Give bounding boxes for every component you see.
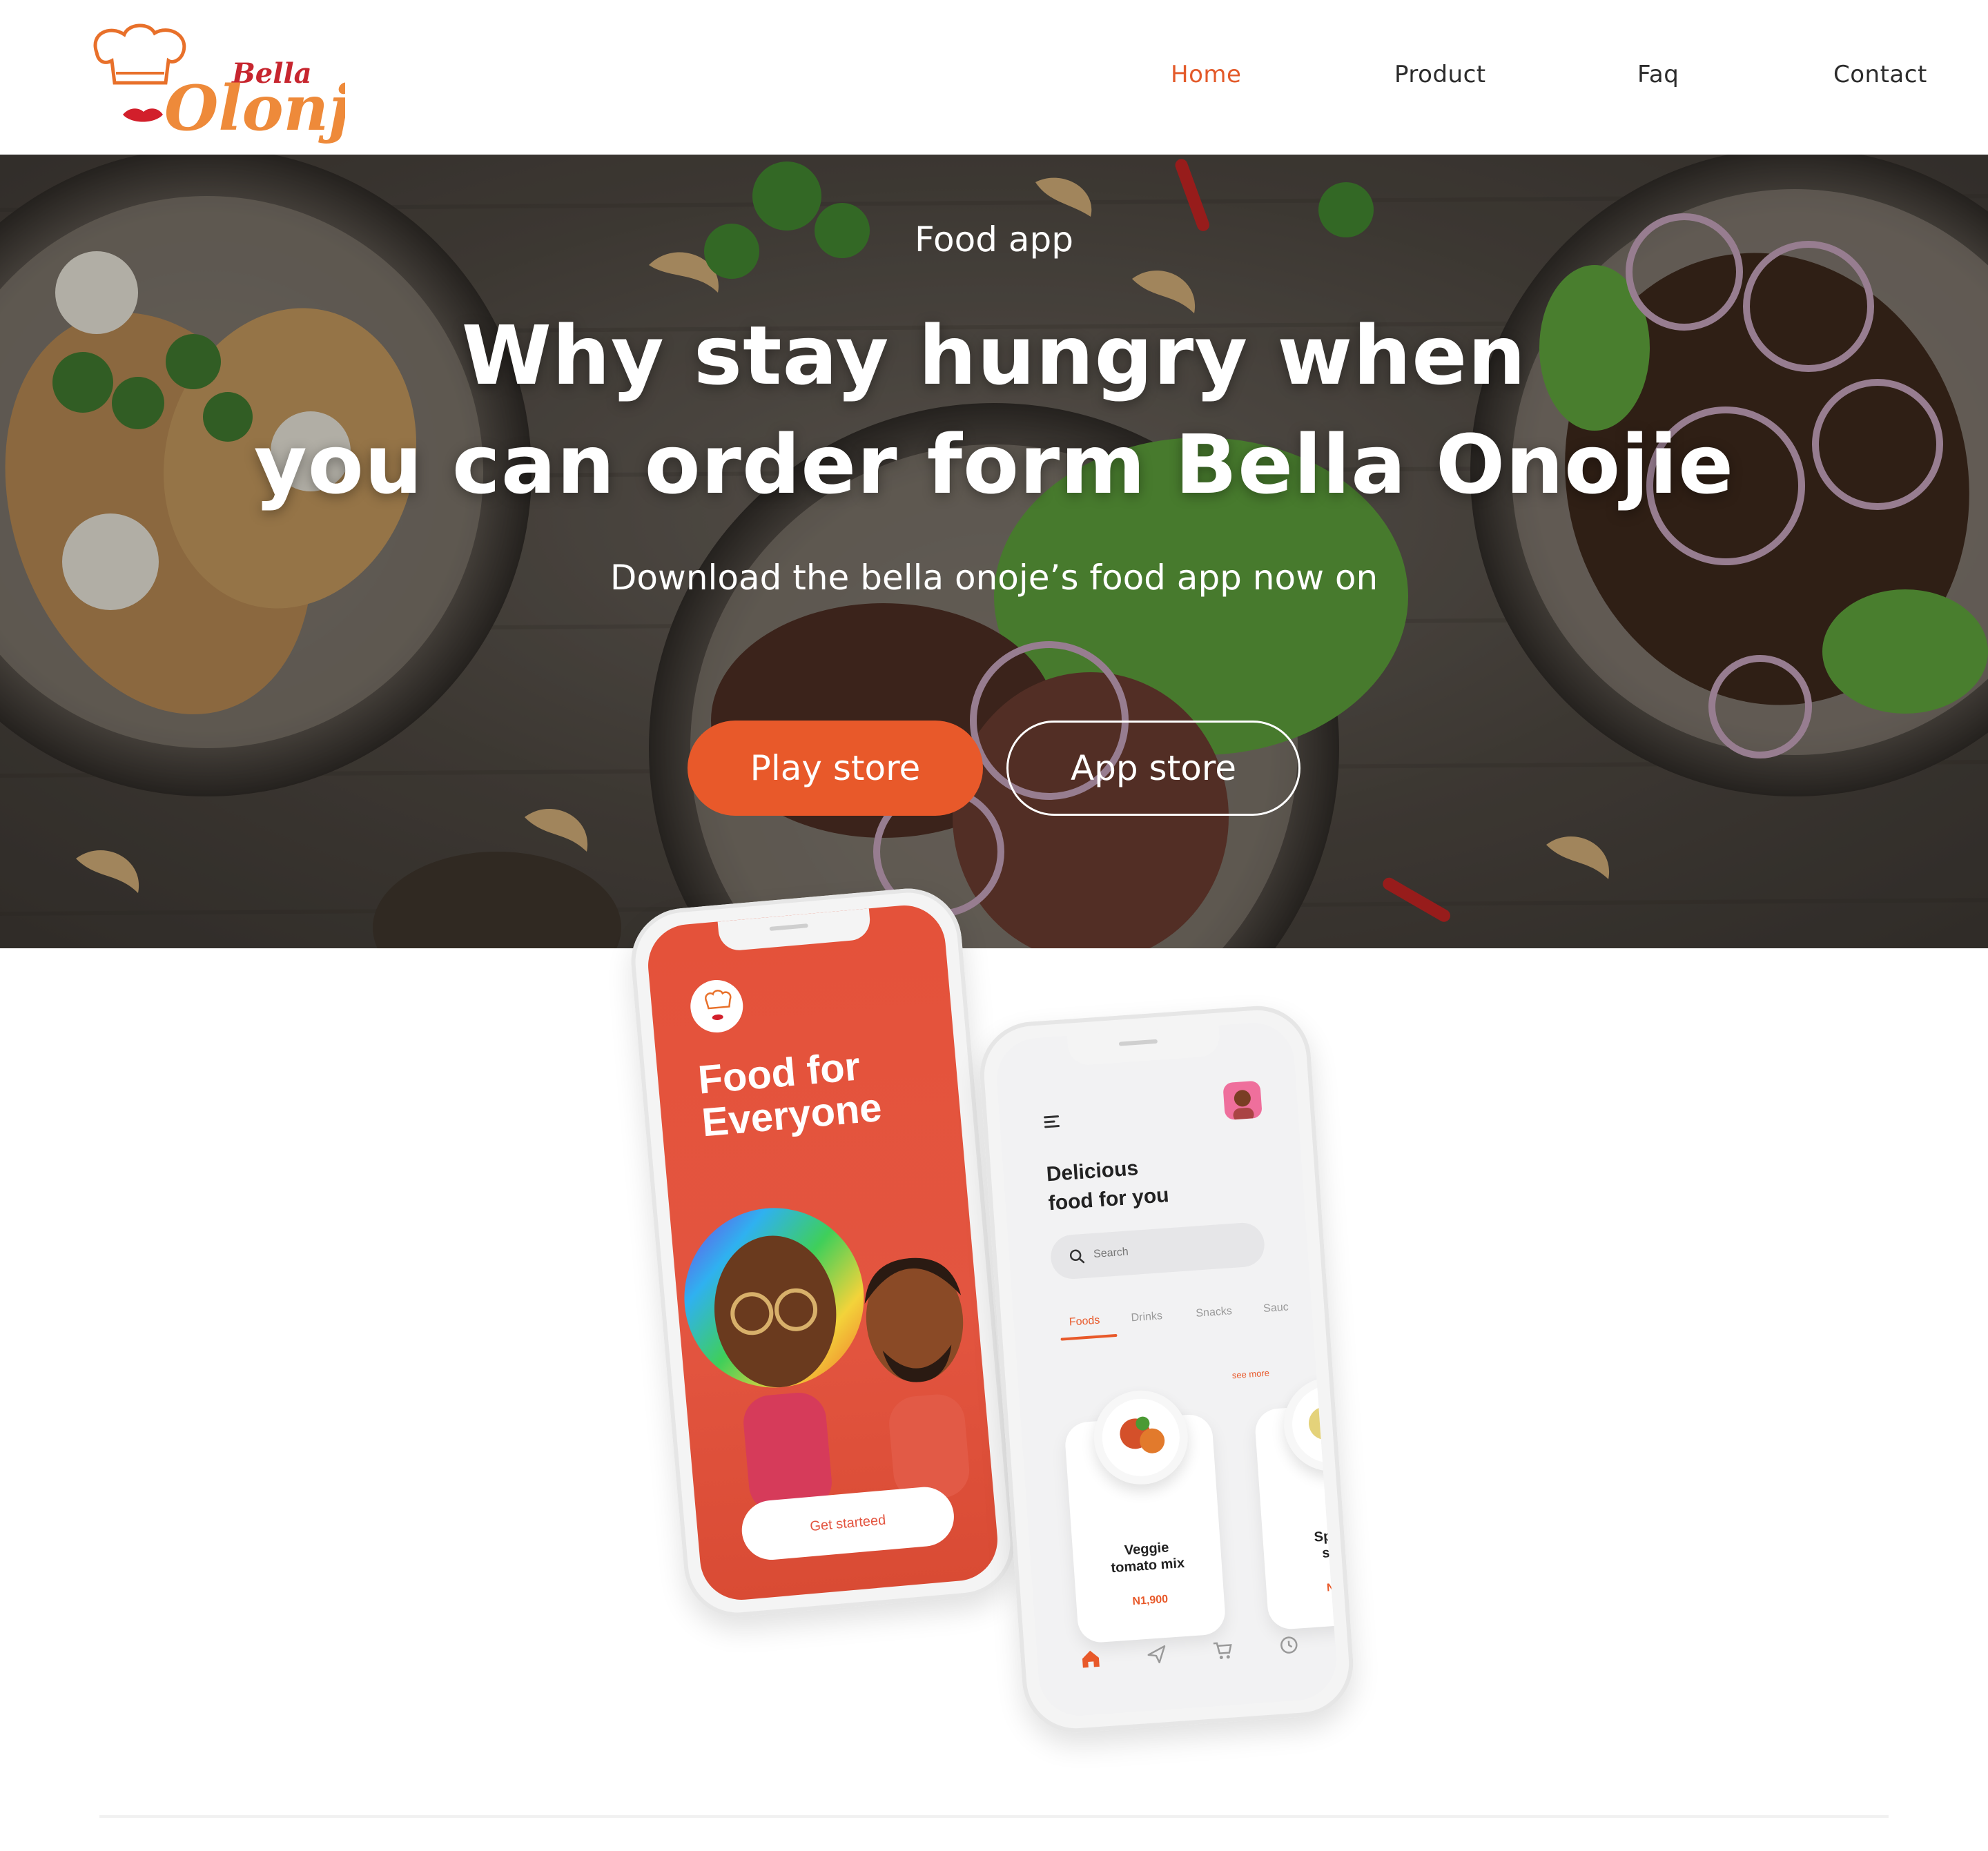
section-divider — [99, 1815, 1889, 1818]
tab-sauces[interactable]: Sauc — [1263, 1301, 1289, 1315]
nav-product-link[interactable]: Product — [1394, 61, 1486, 88]
food-name-line-2: tomato mix — [1110, 1555, 1185, 1576]
top-navigation: Bella Olonje Home Product Faq Contact — [0, 0, 1988, 155]
hero-title-line-1: Why stay hungry when — [461, 308, 1527, 403]
app-store-button[interactable]: App store — [1006, 721, 1300, 816]
hero-title: Why stay hungry when you can order form … — [0, 301, 1988, 519]
menu-heading-line-1: Delicious — [1045, 1157, 1140, 1186]
send-icon[interactable] — [1144, 1642, 1169, 1667]
menu-screen: Delicious food for you Search Foods Drin… — [994, 1020, 1339, 1718]
play-store-button[interactable]: Play store — [688, 721, 983, 816]
phone-mockup-menu: Delicious food for you Search Foods Drin… — [976, 1002, 1357, 1736]
nav-faq-link[interactable]: Faq — [1637, 61, 1679, 88]
active-tab-indicator — [1060, 1333, 1118, 1341]
nav-home-link[interactable]: Home — [1171, 61, 1241, 88]
search-icon — [1069, 1249, 1085, 1264]
user-avatar[interactable] — [1222, 1080, 1263, 1121]
hero-dark-overlay — [0, 155, 1988, 948]
home-icon[interactable] — [1078, 1647, 1103, 1672]
hero-title-line-2: you can order form Bella Onojie — [253, 417, 1735, 512]
food-card[interactable]: Veggie tomato mix N1,900 — [1064, 1387, 1227, 1644]
cart-icon[interactable] — [1210, 1637, 1235, 1662]
tab-snacks[interactable]: Snacks — [1196, 1305, 1233, 1320]
people-illustration — [684, 1208, 970, 1513]
category-tabs: Foods Drinks Snacks Sauc — [1059, 1298, 1336, 1345]
hero-eyebrow: Food app — [915, 219, 1073, 259]
hero-section: Food app Why stay hungry when you can or… — [0, 155, 1988, 948]
food-price: N2,3( — [1266, 1576, 1339, 1599]
food-name-line-1: Veggie — [1124, 1540, 1170, 1558]
history-icon[interactable] — [1276, 1632, 1301, 1657]
menu-heading: Delicious food for you — [1045, 1152, 1170, 1218]
welcome-title: Food for Everyone — [696, 1044, 884, 1146]
tab-drinks[interactable]: Drinks — [1131, 1310, 1162, 1324]
nav-contact-link[interactable]: Contact — [1833, 61, 1927, 88]
bella-olonje-logo[interactable]: Bella Olonje — [83, 19, 391, 145]
phone-mockup-welcome: Food for Everyone Get starteed — [627, 884, 1019, 1621]
food-dish-image — [1091, 1387, 1191, 1488]
app-logo-icon — [688, 977, 746, 1035]
food-price: N1,900 — [1131, 1593, 1169, 1608]
search-input[interactable]: Search — [1049, 1221, 1266, 1281]
menu-heading-line-2: food for you — [1047, 1184, 1170, 1215]
see-more-link[interactable]: see more — [1231, 1368, 1269, 1381]
tab-foods[interactable]: Foods — [1069, 1315, 1100, 1329]
food-name: Veggie tomato mix — [1073, 1536, 1222, 1579]
hamburger-menu-icon[interactable] — [1044, 1114, 1062, 1130]
welcome-screen: Food for Everyone Get starteed — [645, 902, 1001, 1603]
hero-subtitle: Download the bella onoje’s food app now … — [610, 558, 1378, 598]
logo-wordmark-main: Olonje — [164, 72, 345, 144]
search-placeholder: Search — [1093, 1246, 1129, 1260]
